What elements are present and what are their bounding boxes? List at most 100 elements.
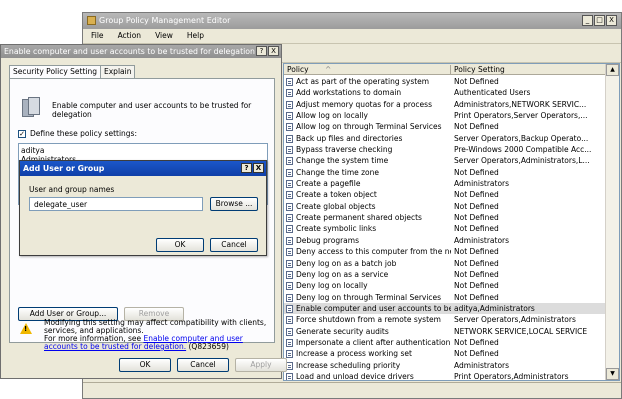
minimize-button[interactable]: _ <box>582 15 593 26</box>
policy-setting: Print Operators,Administrators <box>454 371 569 381</box>
policy-setting: Pre-Windows 2000 Compatible Acc... <box>454 145 592 155</box>
policy-name: Create permanent shared objects <box>296 213 422 223</box>
define-settings-row[interactable]: ✓ Define these policy settings: <box>18 129 137 138</box>
ok-button[interactable]: OK <box>119 358 171 372</box>
policy-setting: Not Defined <box>454 247 499 257</box>
user-names-label: User and group names <box>29 185 115 194</box>
cancel-button[interactable]: Cancel <box>177 358 229 372</box>
table-row[interactable]: Deny log on as a batch job Not Defined <box>284 258 605 269</box>
browse-button[interactable]: Browse ... <box>210 197 258 211</box>
table-row[interactable]: Create permanent shared objects Not Defin… <box>284 212 605 223</box>
table-row[interactable]: Create global objects Not Defined <box>284 201 605 212</box>
close-icon[interactable]: X <box>268 46 279 56</box>
policy-setting: Not Defined <box>454 224 499 234</box>
column-header-policy-setting[interactable]: Policy Setting <box>454 65 505 74</box>
tab-explain[interactable]: Explain <box>101 65 136 78</box>
add-user-ok-button[interactable]: OK <box>156 238 204 252</box>
list-item[interactable]: aditya <box>21 146 265 155</box>
table-row[interactable]: Create a token object Not Defined <box>284 189 605 200</box>
table-row[interactable]: Generate security audits NETWORK SERVICE,… <box>284 326 605 337</box>
policy-setting: Not Defined <box>454 190 499 200</box>
policy-name: Debug programs <box>296 235 359 245</box>
table-row[interactable]: Increase a process working set Not Define… <box>284 348 605 359</box>
policy-name: Deny access to this computer from the ne… <box>296 247 451 257</box>
tab-security-policy-setting[interactable]: Security Policy Setting <box>9 65 101 79</box>
policy-name: Deny log on as a service <box>296 269 389 279</box>
maximize-button[interactable]: □ <box>594 15 605 26</box>
table-row[interactable]: Change the system time Server Operators,A… <box>284 155 605 166</box>
policy-setting: NETWORK SERVICE,LOCAL SERVICE <box>454 326 588 336</box>
add-user-cancel-button[interactable]: Cancel <box>210 238 258 252</box>
table-row[interactable]: Act as part of the operating system Not D… <box>284 76 605 87</box>
policy-name: Change the time zone <box>296 167 380 177</box>
policy-item-icon <box>286 180 293 189</box>
add-user-titlebar[interactable]: Add User or Group ? X <box>20 161 266 176</box>
menu-file[interactable]: File <box>91 29 104 43</box>
table-row[interactable]: Force shutdown from a remote system Serve… <box>284 314 605 325</box>
policy-setting: Server Operators,Backup Operato... <box>454 133 589 143</box>
properties-titlebar[interactable]: Enable computer and user accounts to be … <box>1 45 281 58</box>
vertical-scrollbar[interactable]: ▲ ▼ <box>605 64 619 380</box>
table-row[interactable]: Debug programs Administrators <box>284 235 605 246</box>
table-row[interactable]: Add workstations to domain Authenticated … <box>284 87 605 98</box>
help-icon[interactable]: ? <box>256 46 267 56</box>
policy-item-icon <box>286 259 293 268</box>
gpme-titlebar[interactable]: Group Policy Management Editor _ □ X <box>83 13 621 29</box>
policy-item-icon <box>286 327 293 336</box>
policy-item-icon <box>286 293 293 302</box>
help-icon[interactable]: ? <box>241 163 252 173</box>
user-names-input[interactable] <box>29 197 203 211</box>
table-row[interactable]: Allow log on through Terminal Services No… <box>284 121 605 132</box>
menu-view[interactable]: View <box>155 29 173 43</box>
menu-action[interactable]: Action <box>118 29 142 43</box>
table-row[interactable]: Create symbolic links Not Defined <box>284 223 605 234</box>
menu-help[interactable]: Help <box>187 29 204 43</box>
more-info-suffix: (Q823659) <box>188 342 229 351</box>
add-user-or-group-dialog: Add User or Group ? X User and group nam… <box>19 160 267 256</box>
policy-name: Increase scheduling priority <box>296 360 401 370</box>
policy-item-icon <box>286 304 293 313</box>
table-row[interactable]: Deny access to this computer from the ne… <box>284 246 605 257</box>
close-icon[interactable]: X <box>253 163 264 173</box>
table-row[interactable]: Change the time zone Not Defined <box>284 167 605 178</box>
policy-item-icon <box>286 157 293 166</box>
policy-setting: Administrators <box>454 235 510 245</box>
table-row[interactable]: Impersonate a client after authenticatio… <box>284 337 605 348</box>
policy-setting: Administrators,NETWORK SERVIC... <box>454 99 587 109</box>
policy-setting: Not Defined <box>454 77 499 86</box>
table-row[interactable]: Adjust memory quotas for a process Admini… <box>284 99 605 110</box>
table-row[interactable]: Increase scheduling priority Administrato… <box>284 360 605 371</box>
policy-item-icon <box>286 270 293 279</box>
table-row[interactable]: Back up files and directories Server Oper… <box>284 133 605 144</box>
close-button[interactable]: X <box>606 15 617 26</box>
policy-setting: Server Operators,Administrators,L... <box>454 156 590 166</box>
table-row[interactable]: Create a pagefile Administrators <box>284 178 605 189</box>
policy-setting: Not Defined <box>454 337 499 347</box>
warning-icon: ! <box>20 323 32 334</box>
policy-name: Deny log on as a batch job <box>296 258 397 268</box>
apply-button[interactable]: Apply <box>235 358 287 372</box>
table-row[interactable]: Enable computer and user accounts to be … <box>284 302 605 315</box>
table-row[interactable]: Deny log on locally Not Defined <box>284 280 605 291</box>
scroll-down-icon[interactable]: ▼ <box>606 368 619 380</box>
policy-item-icon <box>286 214 293 223</box>
policy-name: Act as part of the operating system <box>296 77 430 86</box>
column-header-policy[interactable]: Policy ^ <box>287 65 451 75</box>
table-row[interactable]: Allow log on locally Print Operators,Serv… <box>284 110 605 121</box>
properties-title-text: Enable computer and user accounts to be … <box>4 47 265 56</box>
policy-setting: Print Operators,Server Operators,... <box>454 111 588 121</box>
scroll-up-icon[interactable]: ▲ <box>606 64 619 76</box>
policy-item-icon <box>286 202 293 211</box>
menu-bar: File Action View Help <box>83 29 621 43</box>
tab-strip: Security Policy Setting Explain <box>9 65 136 79</box>
policy-setting: Not Defined <box>454 213 499 223</box>
policy-name: Create a token object <box>296 190 377 200</box>
table-row[interactable]: Deny log on as a service Not Defined <box>284 269 605 280</box>
policy-name: Change the system time <box>296 156 389 166</box>
policy-setting: Not Defined <box>454 349 499 359</box>
table-row[interactable]: Deny log on through Terminal Services Not… <box>284 292 605 303</box>
define-settings-checkbox[interactable]: ✓ <box>18 129 26 138</box>
table-row[interactable]: Load and unload device drivers Print Oper… <box>284 371 605 381</box>
policy-setting: Not Defined <box>454 269 499 279</box>
table-row[interactable]: Bypass traverse checking Pre-Windows 2000… <box>284 144 605 155</box>
